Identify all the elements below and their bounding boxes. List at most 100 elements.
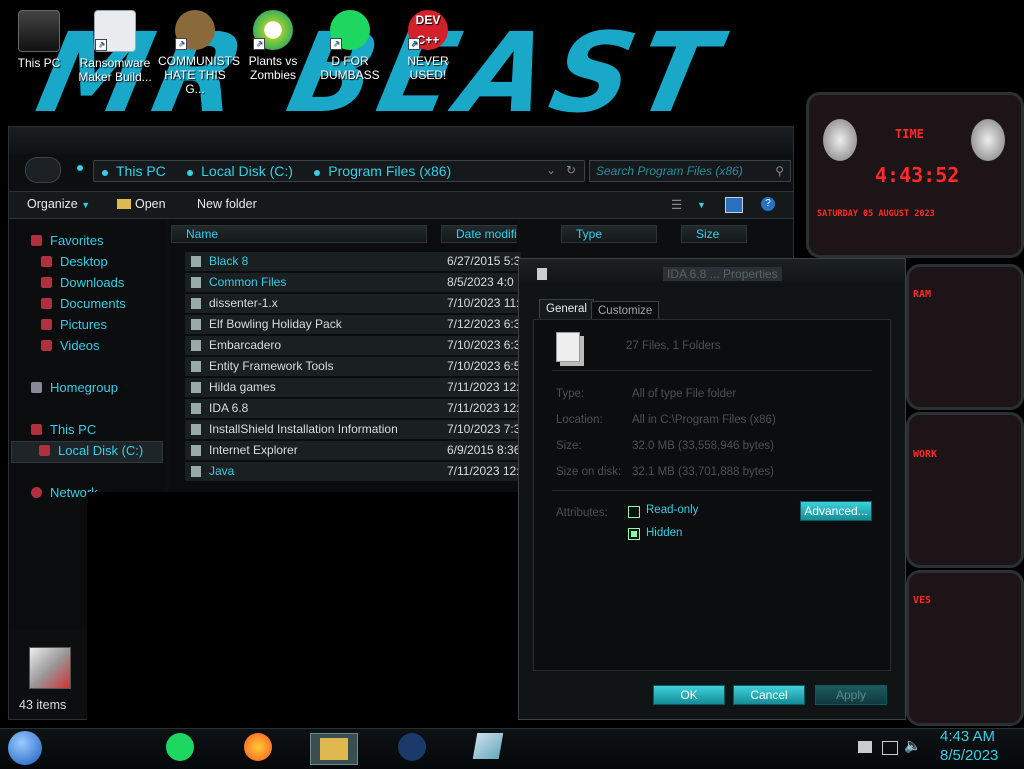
breadcrumb-local-disk[interactable]: Local Disk (C:) bbox=[201, 163, 293, 179]
nav-label: Documents bbox=[60, 296, 126, 311]
hidden-checkbox[interactable] bbox=[628, 528, 640, 540]
preview-pane-icon[interactable] bbox=[725, 197, 743, 213]
ok-button[interactable]: OK bbox=[653, 685, 725, 705]
prop-value: 32.0 MB (33,558,946 bytes) bbox=[632, 440, 774, 452]
taskbar-steam[interactable] bbox=[392, 733, 432, 763]
help-icon[interactable]: ? bbox=[761, 197, 775, 211]
table-row[interactable]: Hilda games 7/11/2023 12:4 bbox=[185, 378, 521, 398]
nav-downloads[interactable]: Downloads bbox=[41, 275, 124, 290]
nav-label: Homegroup bbox=[50, 380, 118, 395]
table-row[interactable]: Black 8 6/27/2015 5:34 bbox=[185, 252, 521, 272]
drive-icon bbox=[39, 445, 50, 456]
taskbar-app[interactable] bbox=[468, 733, 508, 763]
cancel-button[interactable]: Cancel bbox=[733, 685, 805, 705]
file-name: InstallShield Installation Information bbox=[209, 422, 398, 436]
file-date: 7/10/2023 7:3 bbox=[447, 422, 521, 436]
hidden-label[interactable]: Hidden bbox=[646, 527, 682, 539]
file-date: 6/27/2015 5:34 bbox=[447, 254, 521, 268]
new-folder-button[interactable]: New folder bbox=[197, 197, 257, 211]
file-date: 6/9/2015 8:36 bbox=[447, 443, 521, 457]
column-header-name[interactable]: Name bbox=[171, 225, 427, 243]
chevron-down-icon[interactable]: ▼ bbox=[697, 200, 706, 210]
desktop-icon-this-pc[interactable]: This PC bbox=[2, 10, 76, 70]
taskbar-time[interactable]: 4:43 AM bbox=[940, 728, 995, 745]
tab-customize[interactable]: Customize bbox=[591, 301, 660, 321]
nav-this-pc[interactable]: This PC bbox=[31, 422, 96, 437]
column-header-date[interactable]: Date modified bbox=[441, 225, 517, 243]
ram-label: RAM bbox=[913, 289, 932, 300]
table-row[interactable]: Elf Bowling Holiday Pack 7/12/2023 6:3 bbox=[185, 315, 521, 335]
nav-pictures[interactable]: Pictures bbox=[41, 317, 107, 332]
taskbar-spotify[interactable] bbox=[160, 733, 200, 763]
search-icon[interactable]: ⚲ bbox=[775, 161, 784, 181]
app-window-icon: ↗ bbox=[94, 10, 136, 52]
breadcrumb-program-files[interactable]: Program Files (x86) bbox=[328, 163, 451, 179]
table-row[interactable]: Java 7/11/2023 12:1 bbox=[185, 462, 521, 482]
column-header-size-wrap: Size bbox=[681, 225, 761, 243]
readonly-checkbox[interactable] bbox=[628, 506, 640, 518]
chevron-down-icon[interactable]: ⌄ bbox=[546, 163, 556, 177]
address-bar[interactable]: This PC Local Disk (C:) Program Files (x… bbox=[93, 160, 585, 182]
organize-label: Organize bbox=[27, 197, 78, 211]
folder-icon bbox=[117, 199, 131, 209]
nav-label: Favorites bbox=[50, 233, 104, 248]
nav-documents[interactable]: Documents bbox=[41, 296, 126, 311]
firefox-icon bbox=[244, 733, 272, 761]
prop-label: Size on disk: bbox=[556, 466, 622, 478]
folder-icon bbox=[537, 268, 547, 280]
prop-value: All in C:\Program Files (x86) bbox=[632, 414, 776, 426]
prop-location: Location: All in C:\Program Files (x86) bbox=[556, 414, 776, 426]
forward-indicator-icon[interactable] bbox=[77, 165, 83, 171]
readonly-label[interactable]: Read-only bbox=[646, 504, 698, 516]
nav-desktop[interactable]: Desktop bbox=[41, 254, 108, 269]
search-input[interactable]: Search Program Files (x86) ⚲ bbox=[589, 160, 791, 182]
table-row[interactable]: InstallShield Installation Information 7/… bbox=[185, 420, 521, 440]
nav-videos[interactable]: Videos bbox=[41, 338, 100, 353]
column-header-size[interactable]: Size bbox=[681, 225, 747, 243]
table-row[interactable]: IDA 6.8 7/11/2023 12:1 bbox=[185, 399, 521, 419]
file-name: Hilda games bbox=[209, 380, 276, 394]
back-button[interactable] bbox=[25, 157, 61, 183]
table-row[interactable]: Common Files 8/5/2023 4:0 bbox=[185, 273, 521, 293]
table-row[interactable]: Embarcadero 7/10/2023 6:3 bbox=[185, 336, 521, 356]
picture-icon bbox=[41, 319, 52, 330]
desktop-icon-communists[interactable]: ↗ COMMUNISTS HATE THIS G... bbox=[158, 10, 240, 96]
start-button[interactable] bbox=[8, 731, 42, 765]
nav-homegroup[interactable]: Homegroup bbox=[31, 380, 118, 395]
volume-icon[interactable]: 🔈 bbox=[904, 737, 921, 754]
desktop-icon-devcpp[interactable]: DEV C++ ↗ NEVER USED! bbox=[391, 10, 465, 82]
column-header-type-wrap: Type bbox=[561, 225, 657, 243]
nav-label: Local Disk (C:) bbox=[58, 443, 144, 458]
nav-favorites[interactable]: Favorites bbox=[31, 233, 103, 248]
nav-local-disk[interactable]: Local Disk (C:) bbox=[39, 443, 143, 458]
tab-general[interactable]: General bbox=[539, 299, 594, 319]
folder-icon bbox=[191, 403, 201, 414]
organize-button[interactable]: Organize ▼ bbox=[27, 197, 90, 211]
network-tray-icon[interactable] bbox=[882, 741, 898, 755]
breadcrumb-this-pc[interactable]: This PC bbox=[116, 163, 166, 179]
desktop-icon-ransomware[interactable]: ↗ Ransomware Maker Build... bbox=[78, 10, 152, 84]
taskbar-firefox[interactable] bbox=[238, 733, 278, 763]
apply-button[interactable]: Apply bbox=[815, 685, 887, 705]
desktop-icon-pvz[interactable]: ↗ Plants vs Zombies bbox=[236, 10, 310, 82]
file-name: Black 8 bbox=[209, 254, 249, 268]
file-name: Java bbox=[209, 464, 235, 478]
column-header-type[interactable]: Type bbox=[561, 225, 657, 243]
taskbar-explorer[interactable] bbox=[310, 733, 358, 765]
desktop-icon-spotify[interactable]: ↗ D FOR DUMBASS bbox=[313, 10, 387, 82]
advanced-button[interactable]: Advanced... bbox=[800, 501, 872, 521]
folder-icon bbox=[191, 256, 201, 267]
preview-thumbnail bbox=[29, 647, 71, 689]
taskbar-date[interactable]: 8/5/2023 bbox=[940, 747, 998, 764]
action-center-icon[interactable] bbox=[858, 741, 872, 753]
open-button[interactable]: Open bbox=[117, 197, 166, 211]
drives-gadget: VES bbox=[906, 570, 1024, 726]
table-row[interactable]: dissenter-1.x 7/10/2023 11: bbox=[185, 294, 521, 314]
table-row[interactable]: Internet Explorer 6/9/2015 8:36 bbox=[185, 441, 521, 461]
table-row[interactable]: Entity Framework Tools 7/10/2023 6:54 bbox=[185, 357, 521, 377]
folder-icon bbox=[191, 319, 201, 330]
refresh-icon[interactable]: ↻ bbox=[566, 163, 576, 177]
star-icon bbox=[31, 235, 42, 246]
divider bbox=[552, 370, 872, 371]
view-list-icon[interactable]: ☰ bbox=[671, 197, 682, 212]
